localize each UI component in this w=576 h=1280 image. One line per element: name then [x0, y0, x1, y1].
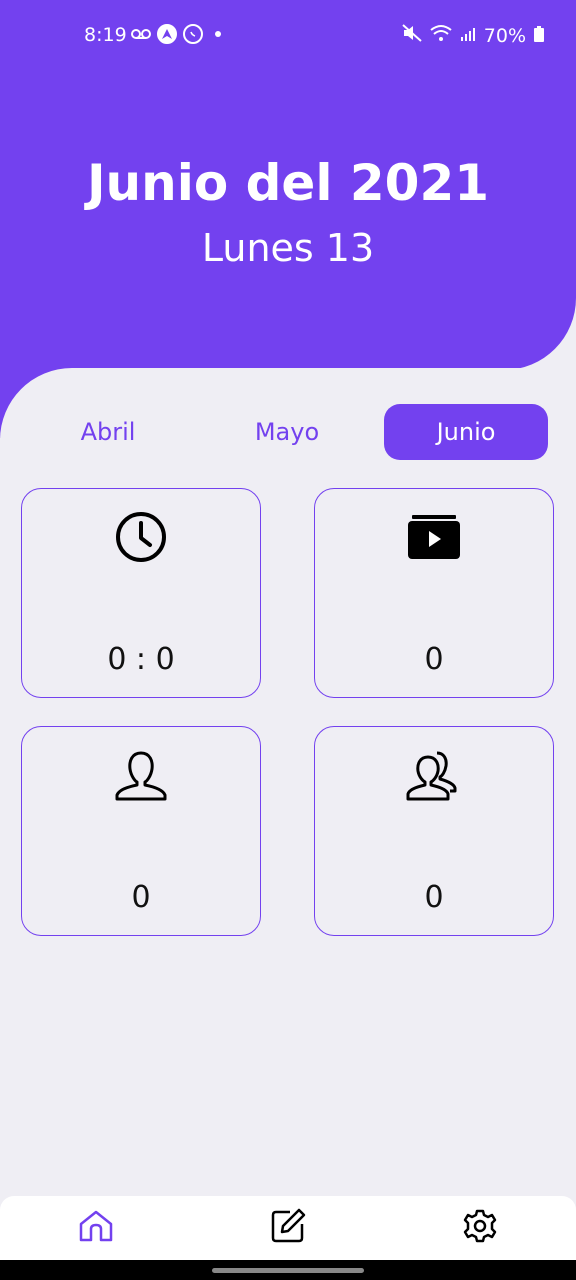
- stat-card-people[interactable]: 0: [314, 726, 554, 936]
- voicemail-icon: [131, 25, 151, 44]
- person-value: 0: [131, 880, 151, 915]
- notification-dot-icon: [215, 31, 221, 37]
- mute-icon: [402, 24, 422, 47]
- status-bar: 8:19 70%: [0, 0, 576, 70]
- time-value: 0 : 0: [107, 642, 175, 677]
- stat-card-videos[interactable]: 0: [314, 488, 554, 698]
- people-value: 0: [424, 880, 444, 915]
- gesture-handle[interactable]: [212, 1268, 364, 1273]
- tab-junio[interactable]: Junio: [384, 404, 548, 460]
- signal-icon: [460, 25, 476, 47]
- videos-value: 0: [424, 642, 444, 677]
- home-icon: [78, 1209, 114, 1247]
- stat-card-time[interactable]: 0 : 0: [21, 488, 261, 698]
- stat-card-person[interactable]: 0: [21, 726, 261, 936]
- page-title: Junio del 2021: [86, 154, 490, 212]
- whatsapp-icon: [183, 24, 203, 44]
- battery-icon: [534, 25, 544, 47]
- video-folder-icon: [404, 507, 464, 567]
- nav-edit[interactable]: [268, 1208, 308, 1248]
- edit-icon: [270, 1208, 306, 1248]
- navigation-app-icon: [157, 24, 177, 44]
- tab-abril[interactable]: Abril: [26, 404, 190, 460]
- nav-settings[interactable]: [460, 1208, 500, 1248]
- bottom-nav: [0, 1196, 576, 1260]
- wifi-icon: [430, 24, 452, 47]
- system-gesture-bar: [0, 1260, 576, 1280]
- people-icon: [404, 745, 464, 805]
- person-icon: [111, 745, 171, 805]
- status-time: 8:19: [84, 24, 127, 46]
- nav-home[interactable]: [76, 1208, 116, 1248]
- clock-icon: [111, 507, 171, 567]
- battery-text: 70%: [483, 24, 526, 47]
- settings-icon: [462, 1208, 498, 1248]
- month-tabs: Abril Mayo Junio: [26, 404, 548, 460]
- tab-mayo[interactable]: Mayo: [205, 404, 369, 460]
- page-subtitle: Lunes 13: [201, 226, 375, 270]
